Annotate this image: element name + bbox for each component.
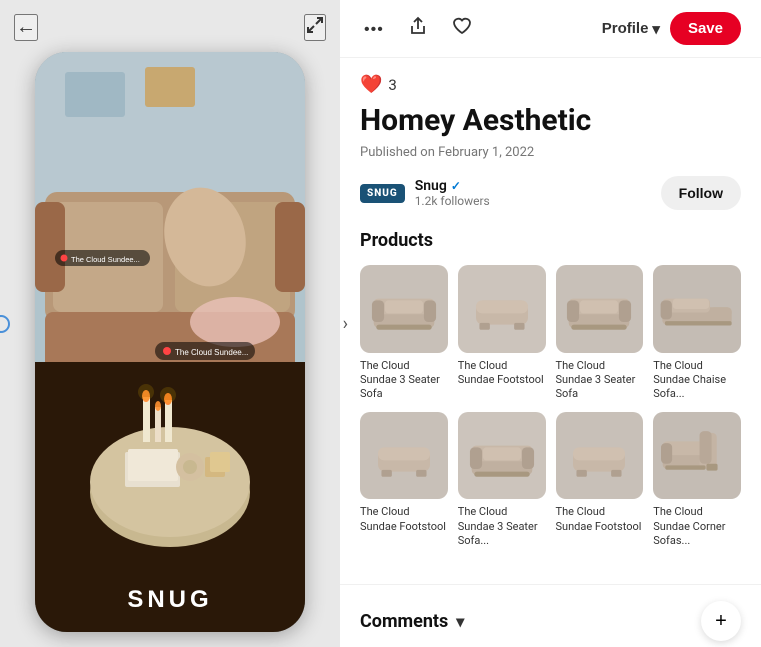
heart-icon: ❤️ [360, 74, 382, 95]
add-button[interactable]: + [701, 601, 741, 641]
creator-row: SNUG Snug ✓ 1.2k followers Follow [360, 176, 741, 210]
right-panel: ••• Profile ▾ Save [340, 0, 761, 647]
product-image [653, 265, 741, 353]
products-grid: The Cloud Sundae 3 Seater Sofa The Cloud… [360, 265, 741, 548]
more-options-button[interactable]: ••• [360, 14, 388, 43]
creator-name-row: Snug ✓ [415, 178, 490, 194]
svg-text:The Cloud Sundee...: The Cloud Sundee... [175, 348, 248, 357]
product-item[interactable]: The Cloud Sundae Footstool [360, 412, 448, 549]
save-button[interactable]: Save [670, 12, 741, 45]
add-icon: + [715, 610, 727, 633]
comments-section: Comments ▾ + [340, 584, 761, 647]
product-image [458, 265, 546, 353]
product-image [360, 412, 448, 500]
profile-button[interactable]: Profile ▾ [602, 20, 660, 38]
product-item[interactable]: The Cloud Sundae 3 Seater Sofa... [458, 412, 546, 549]
product-label: The Cloud Sundae 3 Seater Sofa [556, 359, 644, 402]
product-image [653, 412, 741, 500]
product-item[interactable]: The Cloud Sundae Footstool [556, 412, 644, 549]
product-image [458, 412, 546, 500]
phone-frame: The Cloud Sundee... The Cloud Sundee... … [35, 52, 305, 632]
product-label: The Cloud Sundae Chaise Sofa... [653, 359, 741, 402]
product-item[interactable]: The Cloud Sundae 3 Seater Sofa [556, 265, 644, 402]
product-label: The Cloud Sundae Corner Sofas... [653, 505, 741, 548]
back-button[interactable]: ← [14, 14, 38, 41]
expand-button[interactable] [304, 14, 326, 41]
board-title: Homey Aesthetic [360, 103, 741, 139]
svg-text:The Cloud Sundee...: The Cloud Sundee... [71, 255, 140, 264]
creator-name: Snug [415, 178, 447, 194]
couch-illustration: The Cloud Sundee... The Cloud Sundee... … [35, 52, 305, 632]
next-arrow[interactable]: › [343, 313, 348, 334]
likes-row: ❤️ 3 [360, 74, 741, 95]
product-label: The Cloud Sundae Footstool [458, 359, 546, 388]
top-header: ••• Profile ▾ Save [340, 0, 761, 58]
product-image [556, 412, 644, 500]
published-date: Published on February 1, 2022 [360, 145, 741, 160]
follow-button[interactable]: Follow [661, 176, 741, 210]
content-area: ❤️ 3 Homey Aesthetic Published on Februa… [340, 58, 761, 584]
comments-label: Comments [360, 611, 448, 632]
svg-text:SNUG: SNUG [127, 586, 212, 613]
product-item[interactable]: The Cloud Sundae 3 Seater Sofa [360, 265, 448, 402]
product-item[interactable]: The Cloud Sundae Footstool [458, 265, 546, 402]
likes-count: 3 [388, 76, 396, 94]
product-label: The Cloud Sundae Footstool [556, 505, 644, 534]
product-item[interactable]: The Cloud Sundae Chaise Sofa... [653, 265, 741, 402]
profile-label: Profile [602, 20, 649, 37]
verified-icon: ✓ [451, 179, 461, 193]
comments-title-row: Comments ▾ [360, 611, 464, 632]
share-button[interactable] [404, 12, 432, 45]
profile-chevron-icon: ▾ [652, 20, 660, 38]
product-item[interactable]: The Cloud Sundae Corner Sofas... [653, 412, 741, 549]
product-image [556, 265, 644, 353]
followers-count: 1.2k followers [415, 194, 490, 208]
creator-details: Snug ✓ 1.2k followers [415, 178, 490, 208]
product-label: The Cloud Sundae 3 Seater Sofa [360, 359, 448, 402]
product-label: The Cloud Sundae 3 Seater Sofa... [458, 505, 546, 548]
product-image [360, 265, 448, 353]
creator-badge: SNUG [360, 184, 405, 203]
left-panel: ← › [0, 0, 340, 647]
products-title: Products [360, 230, 741, 251]
circle-indicator [0, 315, 10, 333]
creator-info: SNUG Snug ✓ 1.2k followers [360, 178, 490, 208]
header-actions-left: ••• [360, 12, 476, 45]
product-label: The Cloud Sundae Footstool [360, 505, 448, 534]
like-button[interactable] [448, 12, 476, 45]
header-actions-right: Profile ▾ Save [602, 12, 741, 45]
comments-chevron-icon: ▾ [456, 612, 464, 631]
